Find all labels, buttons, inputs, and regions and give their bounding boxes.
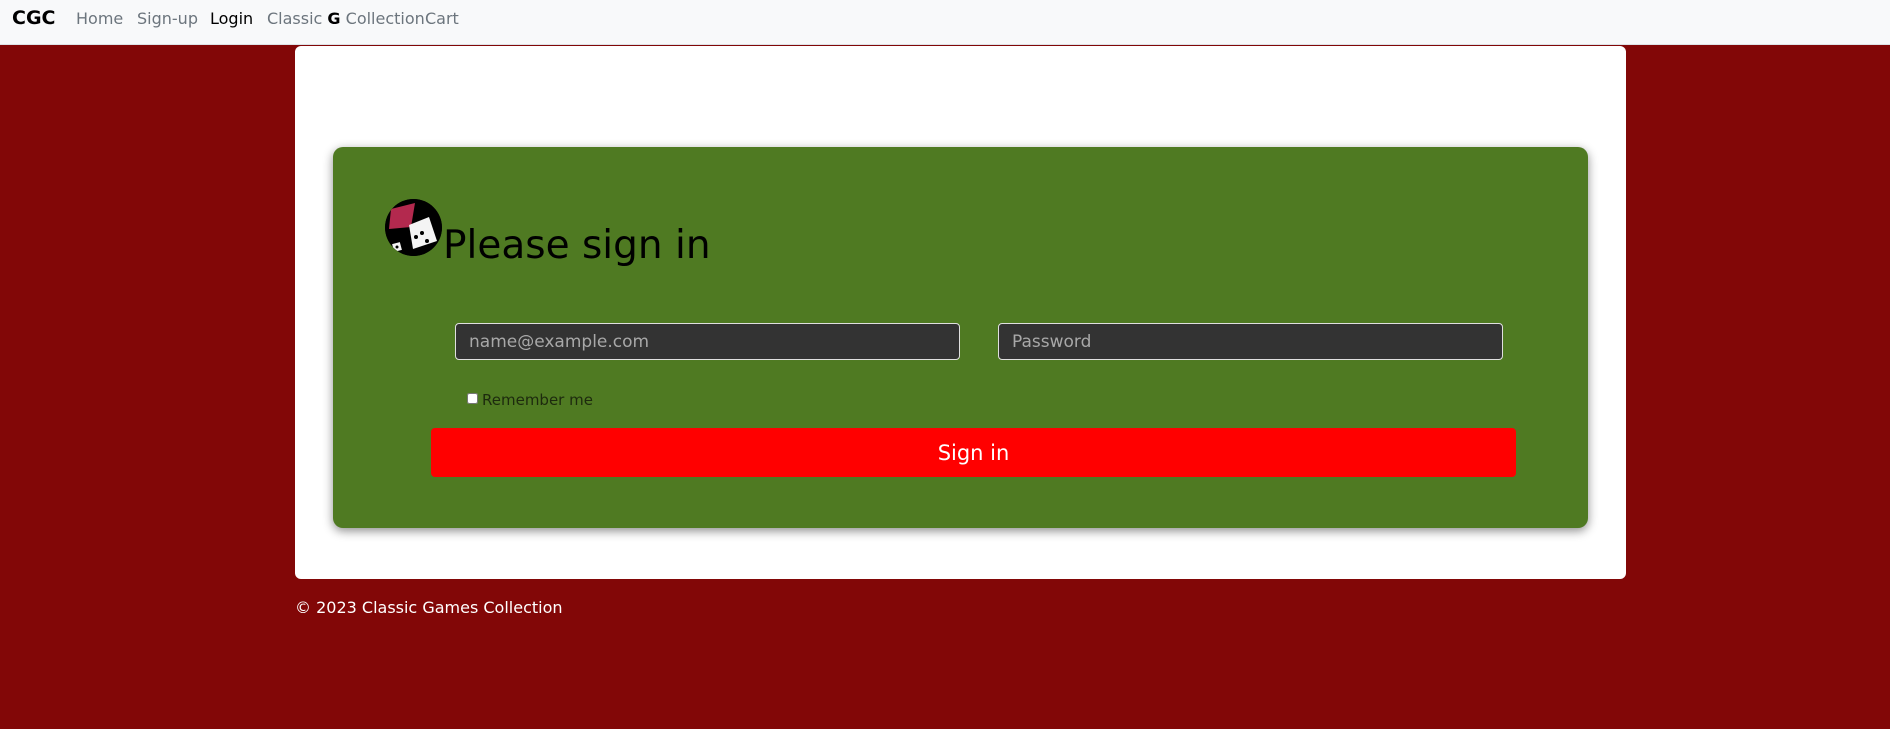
nav-classic-collection-link[interactable]: Classic G Collection bbox=[267, 9, 425, 28]
playing-cards-logo-icon bbox=[385, 199, 442, 256]
footer-copyright: © 2023 Classic Games Collection bbox=[295, 598, 563, 617]
remember-me-control[interactable]: Remember me bbox=[467, 391, 593, 409]
brand-link[interactable]: CGC bbox=[12, 7, 55, 29]
sign-in-button[interactable]: Sign in bbox=[431, 428, 1516, 477]
nav-cart-link[interactable]: Cart bbox=[425, 9, 459, 28]
top-navbar: CGC Home Sign-up Login Classic G Collect… bbox=[0, 0, 1890, 45]
password-field[interactable] bbox=[998, 323, 1503, 360]
remember-me-checkbox[interactable] bbox=[467, 393, 478, 404]
nav-signup-link[interactable]: Sign-up bbox=[137, 9, 198, 28]
page-title: Please sign in bbox=[443, 223, 711, 268]
nav-login-link[interactable]: Login bbox=[210, 9, 253, 28]
remember-me-label: Remember me bbox=[482, 391, 593, 409]
nav-collection-label-start: Classic bbox=[267, 9, 328, 28]
nav-home-link[interactable]: Home bbox=[76, 9, 123, 28]
nav-collection-label-bold: G bbox=[327, 9, 341, 28]
nav-collection-label-end: Collection bbox=[340, 9, 425, 28]
email-field[interactable] bbox=[455, 323, 960, 360]
